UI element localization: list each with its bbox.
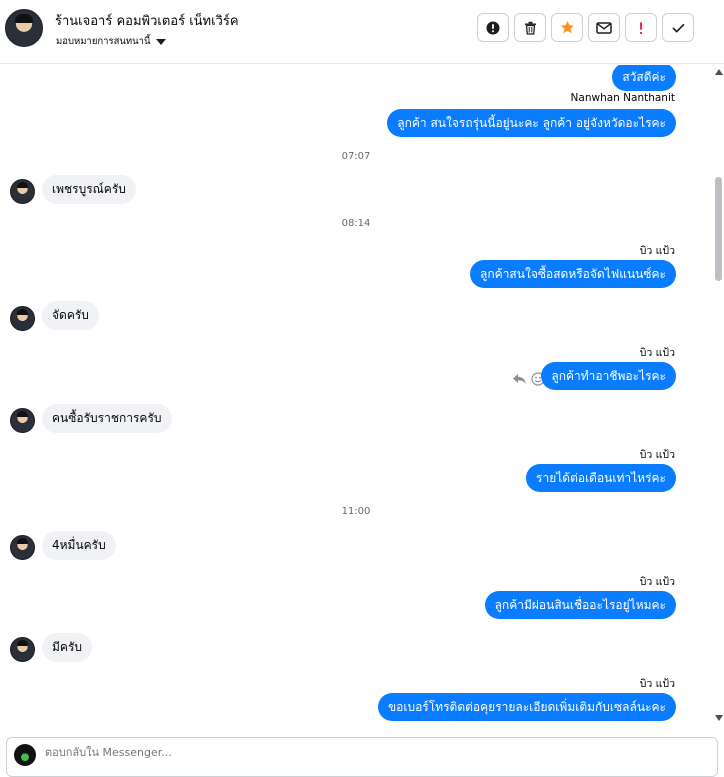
thread-scrollbar[interactable] [712,65,724,733]
outgoing-message[interactable]: รายได้ต่อเดือนเท่าไหร่คะ [526,464,676,492]
reply-input[interactable] [45,746,645,759]
caret-down-icon [155,38,166,45]
outgoing-message[interactable]: ลูกค้ามีผ่อนสินเชื่ออะไรอยู่ไหมคะ [484,591,676,619]
contact-avatar[interactable] [10,408,35,433]
outgoing-message[interactable]: สวัสดีค่ะ [612,65,676,91]
contact-avatar[interactable] [10,637,35,662]
sender-name: บิว แป้ว [639,678,675,690]
timestamp: 08:14 [341,218,371,229]
incoming-message[interactable]: จัดครับ [42,301,99,330]
mark-done-button[interactable] [662,13,694,42]
incoming-message[interactable]: เพชรบูรณ์ครับ [42,175,136,204]
conversation-header: ร้านเจอาร์ คอมพิวเตอร์ เน็ทเวิร์ค มอบหมา… [0,0,724,64]
message-thread: สวัสดีค่ะ Nanwhan Nanthanit ลูกค้า สนใจร… [0,65,712,733]
mark-unread-button[interactable] [588,13,620,42]
incoming-message[interactable]: 4หมื่นครับ [42,531,116,560]
sender-name: บิว แป้ว [639,347,675,359]
contact-avatar[interactable] [10,306,35,331]
envelope-icon [596,21,612,34]
exclamation-circle-icon [486,21,500,34]
scroll-thumb[interactable] [715,177,722,281]
scroll-down-arrow-icon[interactable] [715,715,723,721]
reply-composer [6,737,718,777]
star-icon [560,21,574,34]
sender-name: บิว แป้ว [639,245,675,257]
sender-name: บิว แป้ว [639,576,675,588]
assign-conversation-dropdown[interactable]: มอบหมายการสนทนานี้ [56,34,166,49]
action-toolbar [477,13,694,42]
timestamp: 11:00 [341,506,371,517]
assign-label: มอบหมายการสนทนานี้ [56,36,151,47]
outgoing-message[interactable]: ลูกค้าทำอาชีพอะไรคะ [541,362,676,390]
exclamation-icon [639,21,643,34]
incoming-message[interactable]: คนซื้อรับราชการครับ [42,404,172,433]
delete-button[interactable] [514,13,546,42]
sender-name: Nanwhan Nanthanit [570,92,675,104]
page-avatar [14,744,36,766]
checkmark-icon [671,23,685,33]
scroll-up-arrow-icon[interactable] [715,69,723,75]
message-hover-actions [512,372,545,386]
follow-up-button[interactable] [625,13,657,42]
timestamp: 07:07 [341,151,371,162]
page-title[interactable]: ร้านเจอาร์ คอมพิวเตอร์ เน็ทเวิร์ค [55,10,239,31]
reply-icon[interactable] [512,373,527,385]
sender-name: บิว แป้ว [639,449,675,461]
trash-icon [524,21,536,35]
incoming-message[interactable]: มีครับ [42,633,92,662]
outgoing-message[interactable]: ลูกค้าสนใจซื้อสดหรือจัดไฟแนนซ์คะ [470,260,676,288]
star-button[interactable] [551,13,583,42]
outgoing-message[interactable]: ลูกค้า สนใจรถรุ่นนี้อยู่นะคะ ลูกค้า อยู่… [387,109,676,137]
contact-avatar[interactable] [5,9,43,47]
contact-avatar[interactable] [10,179,35,204]
spam-button[interactable] [477,13,509,42]
outgoing-message[interactable]: ขอเบอร์โทรติดต่อคุยรายละเอียดเพิ่มเติมกั… [377,693,676,721]
contact-avatar[interactable] [10,535,35,560]
